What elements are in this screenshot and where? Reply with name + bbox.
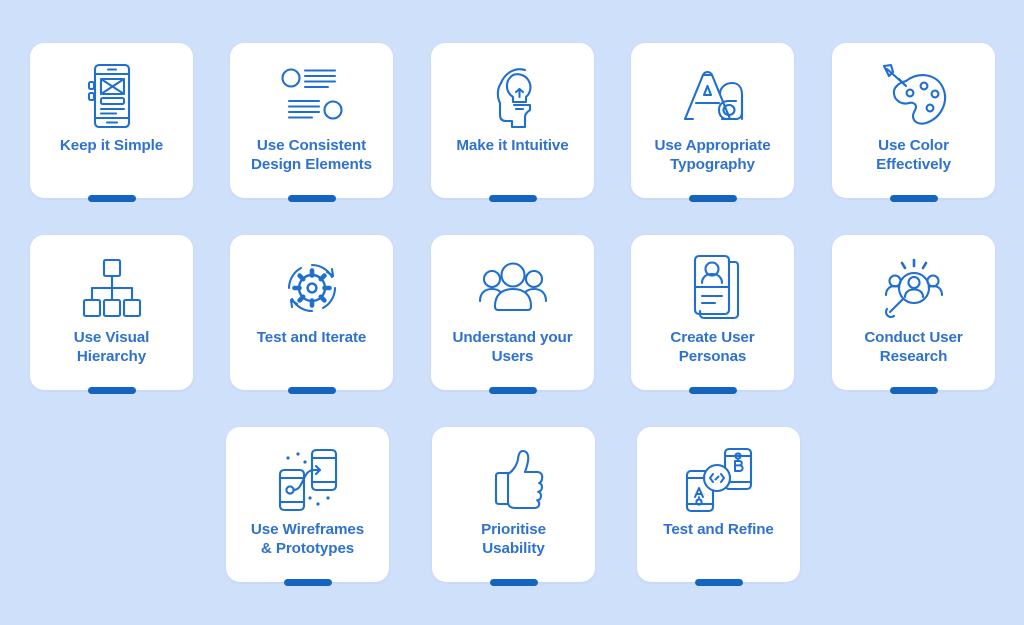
card-label: Understand your Users [452, 329, 573, 365]
card-label: Use Appropriate Typography [654, 137, 771, 173]
persona-cards-icon [679, 249, 747, 327]
card-create-user-personas[interactable]: Create User Personas [631, 235, 794, 394]
card-label: Create User Personas [670, 329, 755, 365]
card-use-consistent-design-elements[interactable]: Use Consistent Design Elements [230, 43, 393, 202]
thumbs-up-icon [480, 441, 548, 519]
card-accent-bar [694, 579, 743, 586]
card-accent-bar [287, 387, 336, 394]
card-label: Test and Iterate [256, 329, 367, 346]
card-use-visual-hierarchy[interactable]: Use Visual Hierarchy [30, 235, 193, 394]
card-label: Test and Refine [663, 521, 774, 538]
card-accent-bar [488, 387, 537, 394]
gear-cycle-icon [278, 249, 346, 327]
card-use-wireframes-and-prototypes[interactable]: Use Wireframes & Prototypes [226, 427, 389, 586]
card-label: Keep it Simple [59, 137, 164, 154]
list-layout-icon [278, 57, 346, 135]
card-accent-bar [87, 195, 136, 202]
card-make-it-intuitive[interactable]: Make it Intuitive [431, 43, 594, 202]
card-test-and-iterate[interactable]: Test and Iterate [230, 235, 393, 394]
card-conduct-user-research[interactable]: Conduct User Research [832, 235, 995, 394]
card-accent-bar [889, 387, 938, 394]
ux-principles-card-grid: Keep it Simple Use Consistent Design Elem… [0, 0, 1024, 625]
mobile-wireframe-icon [78, 57, 146, 135]
card-accent-bar [489, 579, 538, 586]
card-accent-bar [889, 195, 938, 202]
head-lightbulb-icon [479, 57, 547, 135]
card-label: Use Color Effectively [876, 137, 951, 173]
card-accent-bar [688, 195, 737, 202]
hierarchy-tree-icon [78, 249, 146, 327]
card-keep-it-simple[interactable]: Keep it Simple [30, 43, 193, 202]
paint-palette-icon [880, 57, 948, 135]
card-accent-bar [488, 195, 537, 202]
card-accent-bar [283, 579, 332, 586]
card-label: Use Wireframes & Prototypes [250, 521, 365, 557]
card-prioritise-usability[interactable]: Prioritise Usability [432, 427, 595, 586]
card-use-appropriate-typography[interactable]: Use Appropriate Typography [631, 43, 794, 202]
card-label: Prioritise Usability [481, 521, 546, 557]
card-test-and-refine[interactable]: Test and Refine [637, 427, 800, 586]
card-accent-bar [688, 387, 737, 394]
prototype-link-icon [274, 441, 342, 519]
card-accent-bar [87, 387, 136, 394]
user-group-icon [477, 249, 549, 327]
ab-test-icon [681, 441, 757, 519]
card-accent-bar [287, 195, 336, 202]
card-label: Use Visual Hierarchy [73, 329, 150, 365]
typography-aa-icon [679, 57, 747, 135]
magnifier-users-icon [874, 249, 954, 327]
card-label: Make it Intuitive [456, 137, 569, 154]
card-understand-your-users[interactable]: Understand your Users [431, 235, 594, 394]
card-label: Use Consistent Design Elements [251, 137, 372, 173]
card-label: Conduct User Research [864, 329, 963, 365]
card-use-color-effectively[interactable]: Use Color Effectively [832, 43, 995, 202]
